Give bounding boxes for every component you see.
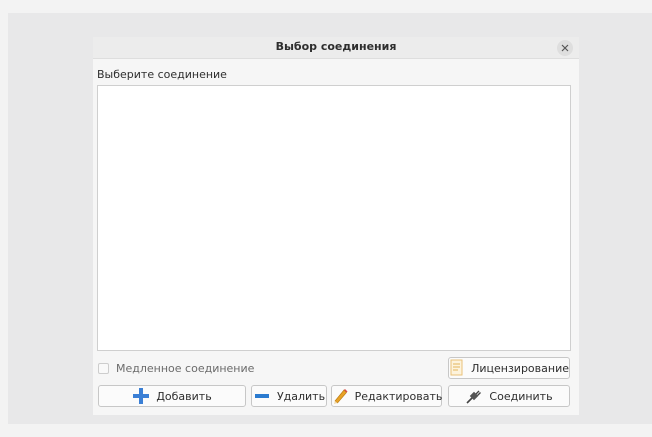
remove-button-label: Удалить [276,389,326,403]
slow-connection-option[interactable]: Медленное соединение [98,361,254,375]
plug-icon [465,387,483,405]
dialog-title: Выбор соединения [275,40,397,53]
license-doc-icon [449,359,465,377]
slow-connection-label: Медленное соединение [116,361,255,375]
close-icon [561,44,569,52]
edit-button[interactable]: Редактировать [331,385,442,407]
slow-connection-checkbox[interactable] [98,362,109,374]
connection-list[interactable] [97,85,571,351]
add-button-label: Добавить [156,389,212,403]
close-button[interactable] [557,40,573,56]
remove-button[interactable]: Удалить [251,385,327,407]
edit-button-label: Редактировать [354,389,443,403]
connection-dialog: Выбор соединения Выберите соединение Мед… [93,37,579,415]
minus-icon [253,387,271,405]
connect-button-label: Соединить [489,389,553,403]
license-button-label: Лицензирование [471,361,569,375]
title-bar: Выбор соединения [93,37,579,59]
select-connection-label: Выберите соединение [97,68,227,81]
add-button[interactable]: Добавить [98,385,246,407]
license-button[interactable]: Лицензирование [448,357,570,379]
connect-button[interactable]: Соединить [448,385,570,407]
pencil-icon [331,387,349,405]
plus-icon [132,387,150,405]
